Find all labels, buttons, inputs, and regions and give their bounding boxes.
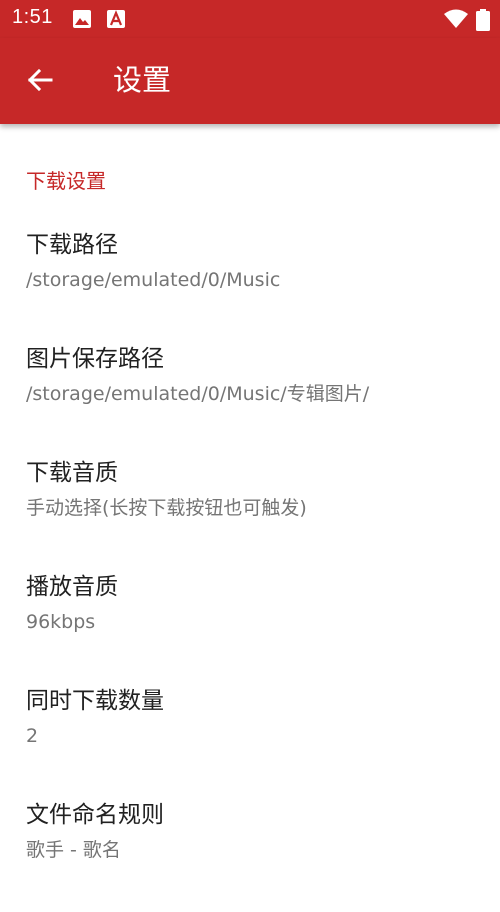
pref-title: 文件命名规则 bbox=[26, 802, 164, 828]
image-icon bbox=[72, 9, 92, 29]
category-download-settings: 下载设置 bbox=[26, 169, 106, 193]
back-button[interactable] bbox=[12, 54, 68, 110]
page-title: 设置 bbox=[113, 63, 172, 97]
pref-summary: /storage/emulated/0/Music/专辑图片/ bbox=[26, 383, 370, 405]
pref-summary: /storage/emulated/0/Music bbox=[26, 269, 281, 291]
pref-title: 同时下载数量 bbox=[26, 688, 164, 714]
pref-title: 下载路径 bbox=[26, 232, 118, 258]
pref-image-save-path[interactable]: 图片保存路径 /storage/emulated/0/Music/专辑图片/ bbox=[0, 342, 500, 456]
pref-summary: 手动选择(长按下载按钮也可触发) bbox=[26, 497, 307, 519]
arrow-left-icon bbox=[26, 66, 54, 98]
pref-playback-quality[interactable]: 播放音质 96kbps bbox=[0, 570, 500, 684]
font-app-icon bbox=[106, 9, 126, 29]
pref-title: 图片保存路径 bbox=[26, 346, 164, 372]
pref-summary: 歌手 - 歌名 bbox=[26, 839, 121, 861]
battery-icon bbox=[476, 9, 490, 31]
app-bar: 设置 bbox=[0, 38, 500, 124]
status-bar: 1:51 bbox=[0, 0, 500, 38]
pref-download-quality[interactable]: 下载音质 手动选择(长按下载按钮也可触发) bbox=[0, 456, 500, 570]
pref-title: 播放音质 bbox=[26, 574, 118, 600]
pref-summary: 96kbps bbox=[26, 611, 96, 633]
wifi-icon bbox=[443, 9, 469, 29]
pref-file-naming-rule[interactable]: 文件命名规则 歌手 - 歌名 bbox=[0, 798, 500, 912]
status-time: 1:51 bbox=[12, 6, 53, 28]
pref-title: 下载音质 bbox=[26, 460, 118, 486]
pref-download-path[interactable]: 下载路径 /storage/emulated/0/Music bbox=[0, 228, 500, 342]
pref-summary: 2 bbox=[26, 725, 39, 747]
pref-concurrent-downloads[interactable]: 同时下载数量 2 bbox=[0, 684, 500, 798]
